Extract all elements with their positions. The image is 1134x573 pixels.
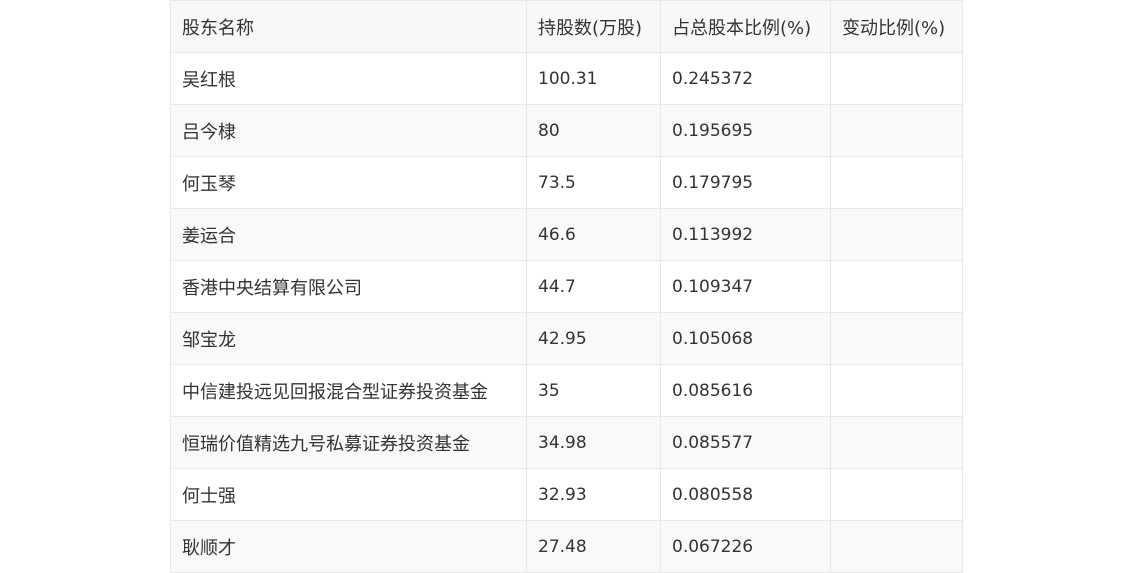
cell-share-ratio: 0.195695 — [660, 104, 831, 157]
cell-shares: 80 — [526, 104, 661, 157]
cell-change-ratio — [830, 52, 963, 105]
cell-shareholder-name: 中信建投远见回报混合型证券投资基金 — [170, 364, 527, 417]
cell-share-ratio: 0.067226 — [660, 520, 831, 573]
shareholder-table-container: 股东名称 持股数(万股) 占总股本比例(%) 变动比例(%) 吴红根 100.3… — [170, 0, 963, 573]
cell-change-ratio — [830, 416, 963, 469]
table-row: 邹宝龙 42.95 0.105068 — [170, 312, 963, 365]
cell-share-ratio: 0.105068 — [660, 312, 831, 365]
cell-shares: 32.93 — [526, 468, 661, 521]
cell-shares: 44.7 — [526, 260, 661, 313]
cell-shareholder-name: 耿顺才 — [170, 520, 527, 573]
cell-change-ratio — [830, 312, 963, 365]
table-row: 何士强 32.93 0.080558 — [170, 468, 963, 521]
cell-shareholder-name: 何士强 — [170, 468, 527, 521]
header-shares: 持股数(万股) — [526, 0, 661, 53]
table-row: 姜运合 46.6 0.113992 — [170, 208, 963, 261]
header-change-ratio: 变动比例(%) — [830, 0, 963, 53]
cell-share-ratio: 0.085616 — [660, 364, 831, 417]
header-row: 股东名称 持股数(万股) 占总股本比例(%) 变动比例(%) — [170, 0, 963, 53]
table-row: 何玉琴 73.5 0.179795 — [170, 156, 963, 209]
table-row: 耿顺才 27.48 0.067226 — [170, 520, 963, 573]
cell-shareholder-name: 香港中央结算有限公司 — [170, 260, 527, 313]
cell-share-ratio: 0.085577 — [660, 416, 831, 469]
cell-shares: 100.31 — [526, 52, 661, 105]
cell-shares: 73.5 — [526, 156, 661, 209]
cell-shareholder-name: 吕今棣 — [170, 104, 527, 157]
cell-change-ratio — [830, 260, 963, 313]
cell-share-ratio: 0.080558 — [660, 468, 831, 521]
cell-shares: 42.95 — [526, 312, 661, 365]
cell-shares: 46.6 — [526, 208, 661, 261]
cell-share-ratio: 0.245372 — [660, 52, 831, 105]
cell-shareholder-name: 邹宝龙 — [170, 312, 527, 365]
cell-shares: 34.98 — [526, 416, 661, 469]
header-shareholder-name: 股东名称 — [170, 0, 527, 53]
table-row: 中信建投远见回报混合型证券投资基金 35 0.085616 — [170, 364, 963, 417]
cell-change-ratio — [830, 468, 963, 521]
cell-change-ratio — [830, 364, 963, 417]
table-row: 恒瑞价值精选九号私募证券投资基金 34.98 0.085577 — [170, 416, 963, 469]
cell-shareholder-name: 恒瑞价值精选九号私募证券投资基金 — [170, 416, 527, 469]
table-header: 股东名称 持股数(万股) 占总股本比例(%) 变动比例(%) — [170, 0, 963, 53]
cell-change-ratio — [830, 156, 963, 209]
table-row: 吴红根 100.31 0.245372 — [170, 52, 963, 105]
cell-share-ratio: 0.113992 — [660, 208, 831, 261]
cell-shareholder-name: 吴红根 — [170, 52, 527, 105]
table-row: 香港中央结算有限公司 44.7 0.109347 — [170, 260, 963, 313]
table-row: 吕今棣 80 0.195695 — [170, 104, 963, 157]
cell-share-ratio: 0.109347 — [660, 260, 831, 313]
cell-change-ratio — [830, 520, 963, 573]
cell-shares: 35 — [526, 364, 661, 417]
table-body: 吴红根 100.31 0.245372 吕今棣 80 0.195695 何玉琴 … — [170, 52, 963, 573]
header-share-ratio: 占总股本比例(%) — [660, 0, 831, 53]
cell-shares: 27.48 — [526, 520, 661, 573]
cell-change-ratio — [830, 104, 963, 157]
cell-share-ratio: 0.179795 — [660, 156, 831, 209]
shareholder-table: 股东名称 持股数(万股) 占总股本比例(%) 变动比例(%) 吴红根 100.3… — [170, 0, 963, 573]
cell-change-ratio — [830, 208, 963, 261]
cell-shareholder-name: 姜运合 — [170, 208, 527, 261]
cell-shareholder-name: 何玉琴 — [170, 156, 527, 209]
